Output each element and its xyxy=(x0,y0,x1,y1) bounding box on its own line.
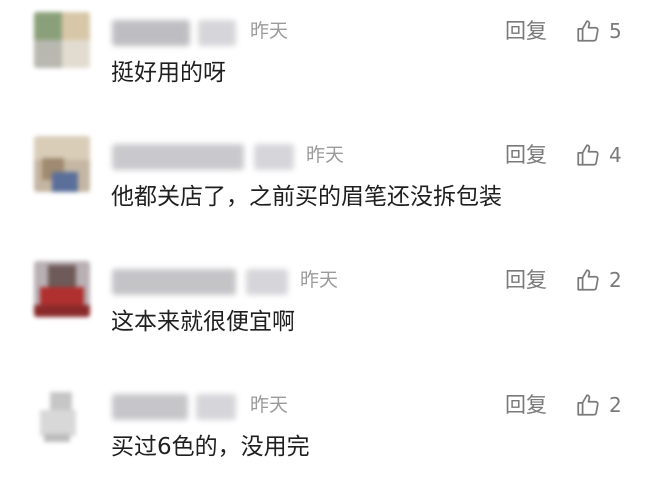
avatar[interactable] xyxy=(34,386,90,442)
like-count: 5 xyxy=(609,19,622,43)
username-redacted[interactable] xyxy=(112,269,236,295)
user-tag-redacted xyxy=(198,20,236,46)
reply-button[interactable]: 回复 xyxy=(505,390,547,420)
like-count: 2 xyxy=(609,268,622,292)
comment-text: 买过6色的，没用完 xyxy=(111,434,310,460)
avatar[interactable] xyxy=(34,136,90,192)
reply-button[interactable]: 回复 xyxy=(505,265,547,295)
comment-list: 昨天 回复 5 挺好用的呀 昨天 回复 4 他都关店了，之前买的眉笔还没拆包装 … xyxy=(0,0,656,498)
avatar[interactable] xyxy=(34,12,90,68)
reply-button[interactable]: 回复 xyxy=(505,16,547,46)
comment-time: 昨天 xyxy=(250,394,289,416)
comment-text: 他都关店了，之前买的眉笔还没拆包装 xyxy=(111,184,502,210)
username-redacted[interactable] xyxy=(112,144,244,170)
username-redacted[interactable] xyxy=(112,394,188,420)
reply-button[interactable]: 回复 xyxy=(505,140,547,170)
thumbs-up-icon xyxy=(577,144,599,166)
comment-text: 挺好用的呀 xyxy=(111,60,226,86)
comment-item: 昨天 回复 5 挺好用的呀 xyxy=(0,0,656,124)
like-button[interactable]: 2 xyxy=(575,265,622,295)
user-tag-redacted xyxy=(254,144,294,170)
thumbs-up-icon xyxy=(577,20,599,42)
thumbs-up-icon xyxy=(577,394,599,416)
user-tag-redacted xyxy=(246,269,288,295)
comment-item: 昨天 回复 4 他都关店了，之前买的眉笔还没拆包装 xyxy=(0,124,656,248)
username-redacted[interactable] xyxy=(112,20,190,46)
comment-item: 昨天 回复 2 买过6色的，没用完 xyxy=(0,374,656,498)
thumbs-up-icon xyxy=(577,269,599,291)
like-button[interactable]: 5 xyxy=(575,16,622,46)
comment-item: 昨天 回复 2 这本来就很便宜啊 xyxy=(0,249,656,373)
like-count: 2 xyxy=(609,393,622,417)
user-tag-redacted xyxy=(196,394,236,420)
like-button[interactable]: 2 xyxy=(575,390,622,420)
avatar[interactable] xyxy=(34,261,90,317)
comment-time: 昨天 xyxy=(250,20,289,42)
comment-text: 这本来就很便宜啊 xyxy=(111,309,295,335)
comment-time: 昨天 xyxy=(306,144,345,166)
like-button[interactable]: 4 xyxy=(575,140,622,170)
like-count: 4 xyxy=(609,143,622,167)
comment-time: 昨天 xyxy=(300,269,339,291)
